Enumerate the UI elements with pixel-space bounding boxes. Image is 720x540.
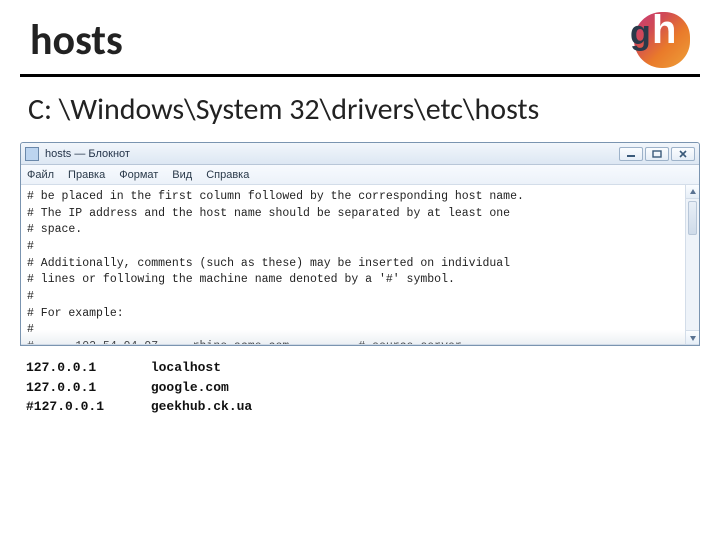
geekhub-logo: g h	[626, 12, 690, 68]
window-titlebar[interactable]: hosts — Блокнот	[21, 143, 699, 165]
menu-file[interactable]: Файл	[27, 169, 54, 181]
close-icon	[678, 150, 688, 158]
slide-header: hosts g h	[20, 12, 700, 77]
window-title: hosts — Блокнот	[45, 148, 130, 160]
maximize-icon	[652, 150, 662, 158]
menu-help[interactable]: Справка	[206, 169, 249, 181]
file-path: C: \Windows\System 32\drivers\etc\hosts	[20, 77, 700, 138]
editor-area[interactable]: # be placed in the first column followed…	[21, 185, 699, 345]
slide-title: hosts	[30, 15, 123, 66]
chevron-up-icon	[689, 188, 697, 196]
editor-shadow	[21, 330, 685, 344]
minimize-icon	[626, 150, 636, 158]
chevron-down-icon	[689, 334, 697, 342]
slide: hosts g h C: \Windows\System 32\drivers\…	[0, 0, 720, 540]
menu-format[interactable]: Формат	[119, 169, 158, 181]
hosts-entries-text: 127.0.0.1 localhost 127.0.0.1 google.com…	[26, 358, 694, 417]
notepad-icon	[25, 147, 39, 161]
menu-view[interactable]: Вид	[172, 169, 192, 181]
menubar: Файл Правка Формат Вид Справка	[21, 165, 699, 185]
menu-edit[interactable]: Правка	[68, 169, 105, 181]
scroll-up-button[interactable]	[686, 185, 699, 199]
maximize-button[interactable]	[645, 147, 669, 161]
editor-content[interactable]: # be placed in the first column followed…	[21, 185, 699, 345]
vertical-scrollbar[interactable]	[685, 185, 699, 344]
logo-letter-h: h	[652, 10, 676, 50]
scroll-thumb[interactable]	[688, 201, 697, 235]
logo-letter-g: g	[630, 16, 651, 50]
close-button[interactable]	[671, 147, 695, 161]
hosts-entries: 127.0.0.1 localhost 127.0.0.1 google.com…	[20, 346, 700, 417]
window-buttons	[619, 147, 695, 161]
scroll-down-button[interactable]	[686, 330, 699, 344]
notepad-window: hosts — Блокнот Файл Правка Формат Вид С…	[20, 142, 700, 346]
minimize-button[interactable]	[619, 147, 643, 161]
